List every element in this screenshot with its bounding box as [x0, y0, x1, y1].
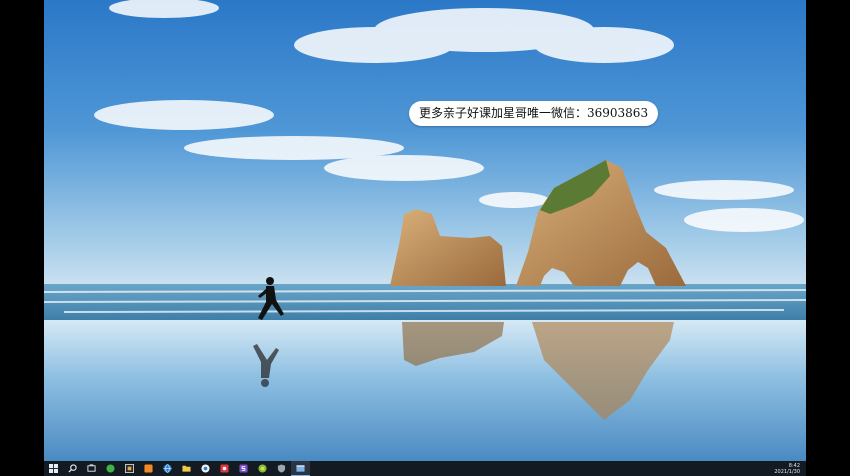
- taskbar: 8:42 2021/1/30: [44, 461, 806, 476]
- file-explorer-icon: [182, 465, 191, 472]
- app-blue-globe-icon: [163, 464, 172, 473]
- watermark-banner: 更多亲子好课加星哥唯一微信：36903863: [409, 101, 659, 126]
- search-button[interactable]: [63, 461, 82, 476]
- taskbar-app-window[interactable]: [291, 461, 310, 476]
- app-window-icon: [296, 464, 305, 472]
- app-green-icon: [106, 464, 115, 473]
- task-view-button[interactable]: [82, 461, 101, 476]
- app-white-circle-icon: [201, 464, 210, 473]
- taskbar-app-globe[interactable]: [158, 461, 177, 476]
- taskbar-app-green[interactable]: [101, 461, 120, 476]
- app-dark-icon: [125, 464, 134, 473]
- taskbar-app-red[interactable]: [215, 461, 234, 476]
- start-button[interactable]: [44, 461, 63, 476]
- app-orange-icon: [144, 464, 153, 473]
- taskbar-app-shield[interactable]: [272, 461, 291, 476]
- taskbar-app-green-circle[interactable]: [253, 461, 272, 476]
- desktop-wallpaper: [44, 0, 806, 461]
- system-clock[interactable]: 8:42 2021/1/30: [774, 463, 806, 475]
- taskbar-app-purple[interactable]: [234, 461, 253, 476]
- clock-date: 2021/1/30: [774, 468, 800, 475]
- taskbar-app-dark[interactable]: [120, 461, 139, 476]
- taskbar-app-orange[interactable]: [139, 461, 158, 476]
- search-icon: [68, 464, 77, 473]
- desktop-screen: 更多亲子好课加星哥唯一微信：36903863 8:42 2021/1/30: [44, 0, 806, 476]
- task-view-icon: [87, 464, 96, 472]
- app-shield-icon: [277, 464, 286, 473]
- taskbar-file-explorer[interactable]: [177, 461, 196, 476]
- app-purple-s-icon: [239, 464, 248, 473]
- app-red-icon: [220, 464, 229, 473]
- taskbar-app-white[interactable]: [196, 461, 215, 476]
- app-green-circle-icon: [258, 464, 267, 473]
- windows-start-icon: [49, 464, 58, 473]
